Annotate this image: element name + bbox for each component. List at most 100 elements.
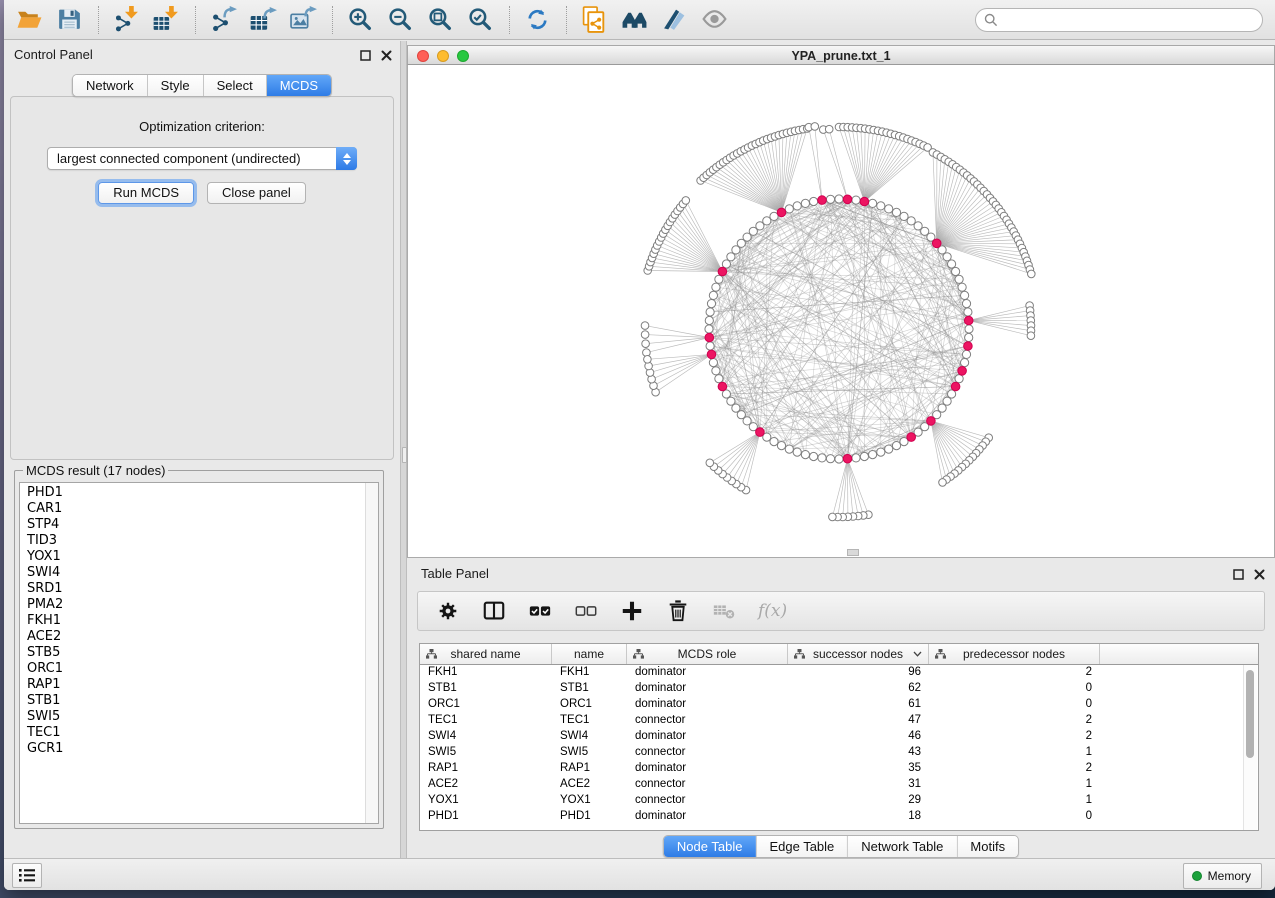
tab-network[interactable]: Network — [73, 75, 148, 96]
split-panel-button[interactable] — [482, 599, 506, 623]
column-header-shared-name[interactable]: shared name — [420, 644, 552, 664]
memory-button[interactable]: Memory — [1183, 863, 1262, 889]
import-table-button[interactable] — [149, 3, 183, 37]
table-tab-motifs[interactable]: Motifs — [957, 836, 1018, 857]
add-column-button[interactable] — [620, 599, 644, 623]
mcds-result-item[interactable]: STB5 — [27, 645, 378, 661]
table-cell: 96 — [788, 665, 929, 681]
search-input[interactable] — [975, 8, 1263, 32]
control-panel-title: Control Panel — [14, 47, 93, 62]
select-all-button[interactable] — [528, 599, 552, 623]
table-row[interactable]: YOX1YOX1connector291 — [420, 793, 1258, 809]
table-scrollbar-thumb[interactable] — [1246, 670, 1254, 758]
close-table-panel-icon[interactable] — [1254, 567, 1265, 585]
float-panel-icon[interactable] — [360, 48, 371, 66]
table-row[interactable]: SWI5SWI5connector431 — [420, 745, 1258, 761]
mcds-result-item[interactable]: PMA2 — [27, 597, 378, 613]
table-row[interactable]: TEC1TEC1connector472 — [420, 713, 1258, 729]
criterion-selected-value: largest connected component (undirected) — [57, 151, 301, 166]
tab-style[interactable]: Style — [148, 75, 204, 96]
table-cell: 31 — [788, 777, 929, 793]
column-header-successor-nodes[interactable]: successor nodes — [788, 644, 929, 664]
column-label: shared name — [450, 647, 520, 661]
table-row[interactable]: FKH1FKH1dominator962 — [420, 665, 1258, 681]
table-row[interactable]: RAP1RAP1dominator352 — [420, 761, 1258, 777]
table-row[interactable]: PHD1PHD1dominator180 — [420, 809, 1258, 825]
mcds-result-item[interactable]: SRD1 — [27, 581, 378, 597]
mcds-result-item[interactable]: SWI5 — [27, 709, 378, 725]
select-stepper-icon — [336, 147, 357, 170]
table-cell: TEC1 — [420, 713, 552, 729]
apply-preferred-layout-button[interactable] — [520, 3, 554, 37]
save-session-button[interactable] — [52, 3, 86, 37]
zoom-out-icon — [387, 6, 414, 33]
mcds-result-item[interactable]: ACE2 — [27, 629, 378, 645]
network-titlebar[interactable]: YPA_prune.txt_1 — [407, 45, 1275, 65]
hide-graphics-details-button[interactable] — [657, 3, 691, 37]
share-document-button[interactable] — [577, 3, 611, 37]
table-row[interactable]: ORC1ORC1dominator610 — [420, 697, 1258, 713]
table-scrollbar[interactable] — [1243, 665, 1257, 830]
table-header-row: shared name name MCDS role successor nodesp… — [420, 644, 1258, 665]
network-canvas[interactable] — [407, 65, 1275, 558]
list-icon — [19, 869, 35, 882]
table-tab-edge-table[interactable]: Edge Table — [756, 836, 848, 857]
mcds-result-item[interactable]: FKH1 — [27, 613, 378, 629]
show-panels-menu-button[interactable] — [12, 863, 42, 888]
table-cell: FKH1 — [552, 665, 627, 681]
show-graphics-details-button[interactable] — [697, 3, 731, 37]
table-tab-network-table[interactable]: Network Table — [848, 836, 957, 857]
network-graph — [408, 65, 1274, 556]
column-header-name[interactable]: name — [552, 644, 627, 664]
mcds-result-item[interactable]: TID3 — [27, 533, 378, 549]
tab-mcds[interactable]: MCDS — [267, 75, 331, 96]
export-table-button[interactable] — [246, 3, 280, 37]
import-network-button[interactable] — [109, 3, 143, 37]
toolbar-separator — [566, 6, 567, 34]
column-header-filler — [1100, 644, 1258, 664]
export-network-button[interactable] — [206, 3, 240, 37]
tab-select[interactable]: Select — [204, 75, 267, 96]
deselect-all-button[interactable] — [574, 599, 598, 623]
table-cell: PHD1 — [552, 809, 627, 825]
table-row[interactable]: ACE2ACE2connector311 — [420, 777, 1258, 793]
column-header-predecessor-nodes[interactable]: predecessor nodes — [929, 644, 1100, 664]
open-file-button[interactable] — [12, 3, 46, 37]
mcds-result-item[interactable]: STP4 — [27, 517, 378, 533]
export-table-icon — [250, 6, 277, 33]
zoom-fit-button[interactable] — [423, 3, 457, 37]
column-header-mcds-role[interactable]: MCDS role — [627, 644, 788, 664]
mcds-result-item[interactable]: YOX1 — [27, 549, 378, 565]
main-toolbar — [4, 0, 1275, 40]
table-cell: ORC1 — [420, 697, 552, 713]
run-mcds-button[interactable]: Run MCDS — [98, 182, 194, 204]
table-tab-node-table[interactable]: Node Table — [664, 836, 757, 857]
zoom-selected-button[interactable] — [463, 3, 497, 37]
table-row[interactable]: STB1STB1dominator620 — [420, 681, 1258, 697]
network-overview-button[interactable] — [617, 3, 651, 37]
table-row[interactable]: SWI4SWI4dominator462 — [420, 729, 1258, 745]
mcds-result-item[interactable]: SWI4 — [27, 565, 378, 581]
mcds-result-item[interactable]: STB1 — [27, 693, 378, 709]
float-table-panel-icon[interactable] — [1233, 567, 1244, 585]
zoom-in-button[interactable] — [343, 3, 377, 37]
delete-columns-button[interactable] — [666, 599, 690, 623]
mcds-list-scrollbar[interactable] — [365, 483, 378, 823]
close-panel-button[interactable]: Close panel — [207, 182, 306, 204]
mcds-result-item[interactable]: CAR1 — [27, 501, 378, 517]
mcds-result-item[interactable]: GCR1 — [27, 741, 378, 757]
mcds-result-items: PHD1CAR1STP4TID3YOX1SWI4SRD1PMA2FKH1ACE2… — [20, 485, 378, 757]
mcds-result-list[interactable]: PHD1CAR1STP4TID3YOX1SWI4SRD1PMA2FKH1ACE2… — [19, 482, 379, 824]
mcds-result-item[interactable]: PHD1 — [27, 485, 378, 501]
close-panel-icon[interactable] — [381, 48, 392, 66]
export-image-button[interactable] — [286, 3, 320, 37]
table-settings-button[interactable] — [436, 599, 460, 623]
mcds-result-item[interactable]: RAP1 — [27, 677, 378, 693]
column-label: MCDS role — [678, 647, 737, 661]
horizontal-splitter-handle[interactable] — [847, 549, 859, 556]
mcds-result-item[interactable]: TEC1 — [27, 725, 378, 741]
optimization-criterion-select[interactable]: largest connected component (undirected) — [47, 147, 357, 170]
zoom-out-button[interactable] — [383, 3, 417, 37]
panel-splitter-vertical[interactable] — [400, 41, 407, 858]
mcds-result-item[interactable]: ORC1 — [27, 661, 378, 677]
